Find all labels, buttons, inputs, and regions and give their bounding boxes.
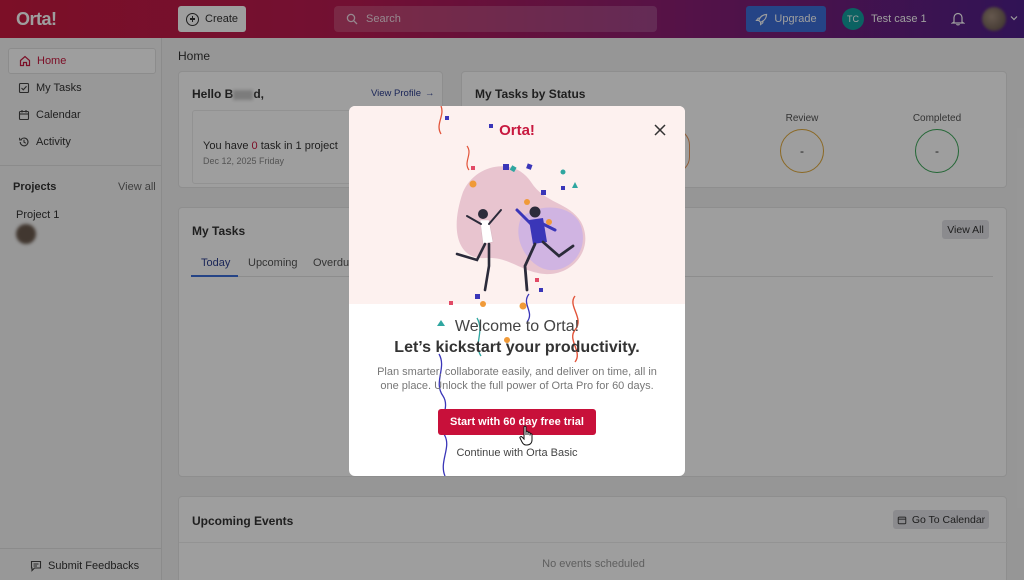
modal-description: Plan smarter, collaborate easily, and de… xyxy=(377,366,657,392)
welcome-modal: Orta! Welcome to Orta! Let’s kickstart y… xyxy=(349,106,685,476)
start-free-trial-button[interactable]: Start with 60 day free trial xyxy=(438,409,596,435)
modal-headline: Let’s kickstart your productivity. xyxy=(394,339,640,356)
modal-welcome-text: Welcome to Orta! xyxy=(454,318,580,335)
continue-basic-link[interactable]: Continue with Orta Basic xyxy=(349,447,685,459)
hand-cursor-icon xyxy=(519,425,533,446)
